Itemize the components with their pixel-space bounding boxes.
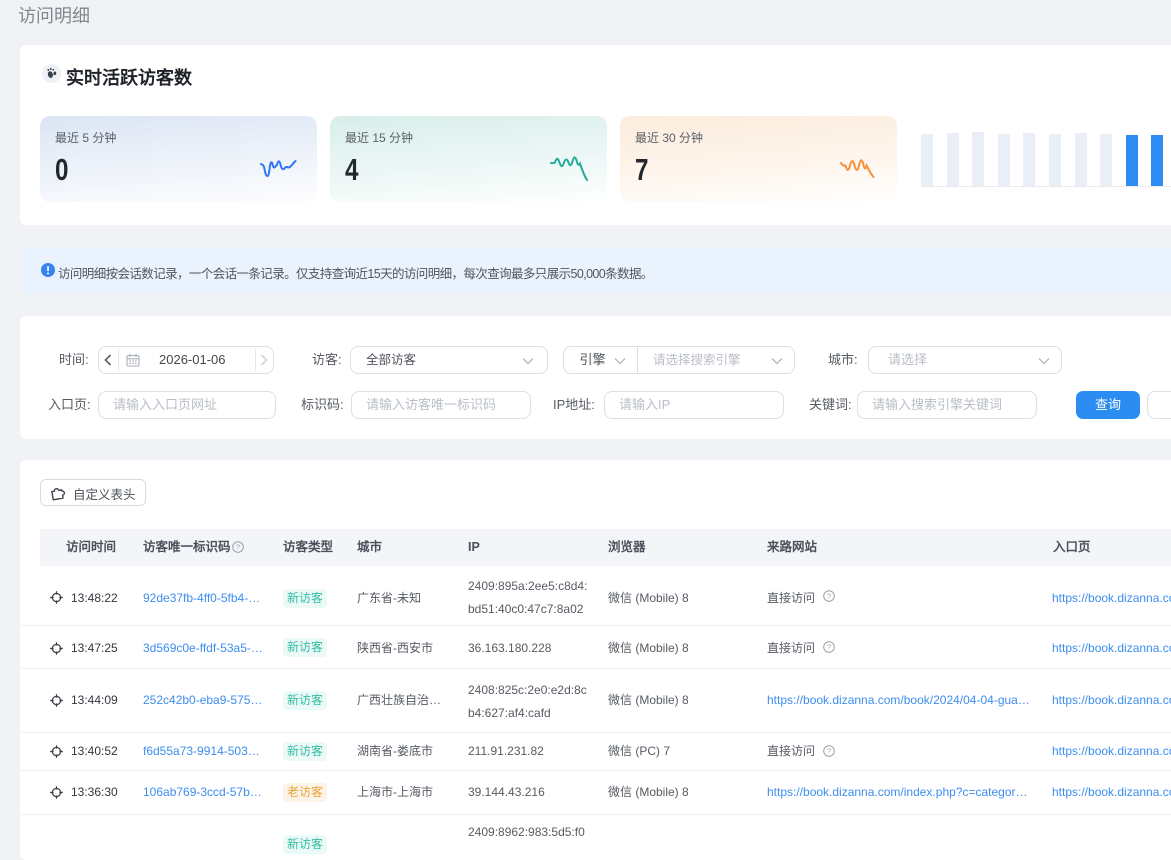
svg-text:?: ? — [827, 747, 831, 756]
svg-text:?: ? — [236, 543, 240, 552]
svg-text:?: ? — [827, 591, 831, 600]
svg-text:?: ? — [827, 642, 831, 651]
